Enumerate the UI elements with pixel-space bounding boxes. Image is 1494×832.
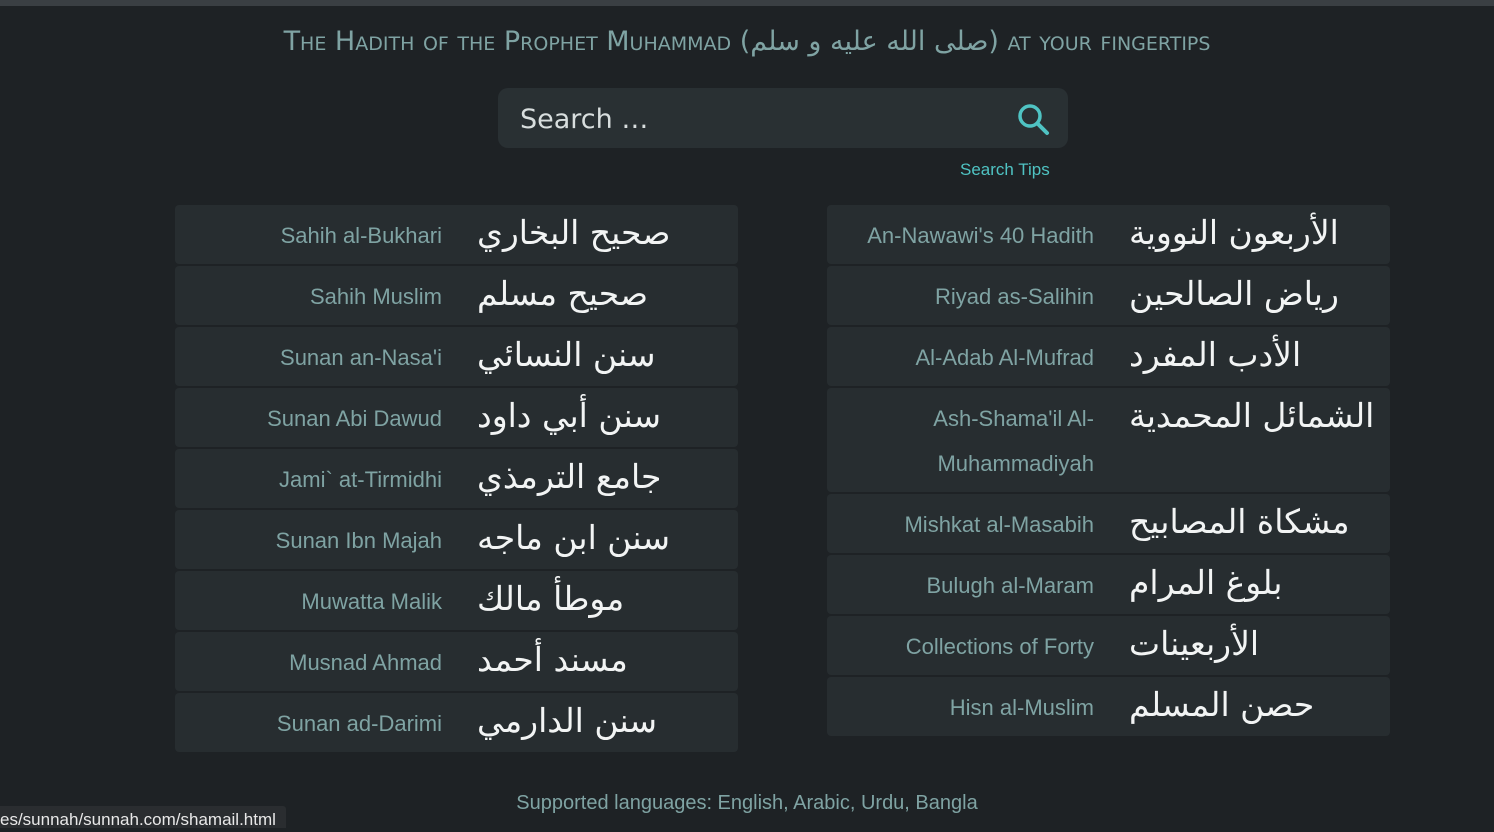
collections-right-column: An-Nawawi's 40 Hadith الأربعون النووية Ri… <box>827 205 1390 738</box>
collection-en-name: Bulugh al-Maram <box>926 573 1094 598</box>
collection-en-name: Sahih al-Bukhari <box>280 223 442 248</box>
collection-item-nasai[interactable]: Sunan an-Nasa'i سنن النسائي <box>175 327 738 386</box>
collection-item-hisn[interactable]: Hisn al-Muslim حصن المسلم <box>827 677 1390 736</box>
collection-en-name: Mishkat al-Masabih <box>904 512 1094 537</box>
collection-ar-name: سنن النسائي <box>477 335 656 374</box>
tagline-arabic: صلى الله عليه و سلم <box>750 26 989 57</box>
top-border <box>0 0 1494 6</box>
collection-item-forty[interactable]: Collections of Forty الأربعينات <box>827 616 1390 675</box>
collection-ar-name: بلوغ المرام <box>1129 563 1283 602</box>
collection-item-tirmidhi[interactable]: Jami` at-Tirmidhi جامع الترمذي <box>175 449 738 508</box>
collection-ar-name: صحيح مسلم <box>477 274 649 313</box>
tagline-suffix: ) at your fingertips <box>988 26 1211 57</box>
collection-en-name: Riyad as-Salihin <box>935 284 1094 309</box>
collection-ar-name: سنن أبي داود <box>477 396 662 435</box>
collection-ar-name: موطأ مالك <box>477 579 625 618</box>
collection-item-adab[interactable]: Al-Adab Al-Mufrad الأدب المفرد <box>827 327 1390 386</box>
collection-ar-name: الشمائل المحمدية <box>1129 396 1375 435</box>
collection-en-name: Collections of Forty <box>905 634 1094 659</box>
search-tips-link[interactable]: Search Tips <box>960 160 1050 180</box>
tagline-prefix: The Hadith of the Prophet Muhammad ( <box>283 26 751 57</box>
collection-en-name: Sunan Ibn Majah <box>275 528 442 553</box>
collection-en-name: Al-Adab Al-Mufrad <box>915 345 1094 370</box>
collection-en-name: Muwatta Malik <box>301 589 442 614</box>
collection-ar-name: حصن المسلم <box>1129 685 1315 724</box>
collection-en-name: Sunan an-Nasa'i <box>280 345 442 370</box>
collection-item-bukhari[interactable]: Sahih al-Bukhari صحيح البخاري <box>175 205 738 264</box>
collection-ar-name: صحيح البخاري <box>477 213 671 252</box>
collection-item-muslim[interactable]: Sahih Muslim صحيح مسلم <box>175 266 738 325</box>
collection-en-name: Musnad Ahmad <box>289 650 442 675</box>
collection-ar-name: سنن الدارمي <box>477 701 658 740</box>
collection-en-name: Sunan Abi Dawud <box>267 406 442 431</box>
collection-en-name: An-Nawawi's 40 Hadith <box>867 223 1094 248</box>
collection-item-malik[interactable]: Muwatta Malik موطأ مالك <box>175 571 738 630</box>
collection-item-ahmad[interactable]: Musnad Ahmad مسند أحمد <box>175 632 738 691</box>
collection-ar-name: مسند أحمد <box>477 640 628 679</box>
collection-ar-name: الأربعون النووية <box>1129 213 1339 252</box>
collection-ar-name: مشكاة المصابيح <box>1129 502 1350 541</box>
collection-ar-name: الأربعينات <box>1129 624 1260 663</box>
collection-item-nawawi40[interactable]: An-Nawawi's 40 Hadith الأربعون النووية <box>827 205 1390 264</box>
collection-item-mishkat[interactable]: Mishkat al-Masabih مشكاة المصابيح <box>827 494 1390 553</box>
collection-en-name: Ash-Shama'il Al-Muhammadiyah <box>933 406 1094 476</box>
site-tagline: The Hadith of the Prophet Muhammad (صلى … <box>0 26 1494 57</box>
search-input[interactable] <box>518 98 1002 140</box>
collections-left-column: Sahih al-Bukhari صحيح البخاري Sahih Musli… <box>175 205 738 754</box>
collection-item-abudawud[interactable]: Sunan Abi Dawud سنن أبي داود <box>175 388 738 447</box>
collection-item-darimi[interactable]: Sunan ad-Darimi سنن الدارمي <box>175 693 738 752</box>
collection-en-name: Sunan ad-Darimi <box>276 711 442 736</box>
search-box <box>498 88 1068 148</box>
collection-item-ibnmajah[interactable]: Sunan Ibn Majah سنن ابن ماجه <box>175 510 738 569</box>
collection-ar-name: جامع الترمذي <box>477 457 662 496</box>
collection-ar-name: رياض الصالحين <box>1129 274 1339 313</box>
collection-en-name: Sahih Muslim <box>309 284 442 309</box>
browser-status-url: es/sunnah/sunnah.com/shamail.html <box>0 806 286 829</box>
collection-item-shamail[interactable]: Ash-Shama'il Al-Muhammadiyah الشمائل المح… <box>827 388 1390 492</box>
collection-ar-name: سنن ابن ماجه <box>477 518 671 557</box>
collection-en-name: Hisn al-Muslim <box>949 695 1094 720</box>
collection-en-name: Jami` at-Tirmidhi <box>279 467 442 492</box>
collection-item-riyadussalihin[interactable]: Riyad as-Salihin رياض الصالحين <box>827 266 1390 325</box>
collection-item-bulugh[interactable]: Bulugh al-Maram بلوغ المرام <box>827 555 1390 614</box>
search-icon[interactable] <box>1016 102 1050 136</box>
collection-ar-name: الأدب المفرد <box>1129 335 1302 374</box>
